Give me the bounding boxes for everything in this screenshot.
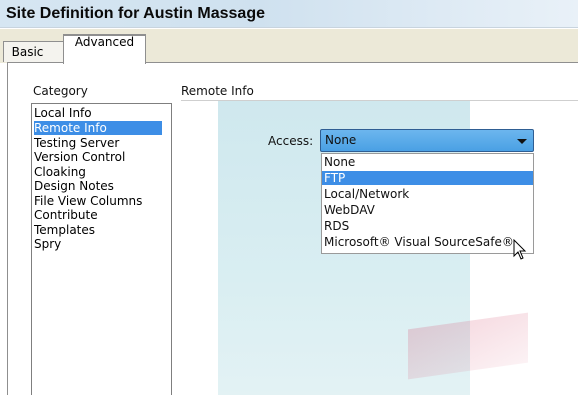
tab-strip: Basic Advanced <box>0 29 578 66</box>
tab-basic-label: Basic <box>11 45 44 59</box>
access-label: Access: <box>268 134 314 148</box>
category-item-remote-info[interactable]: Remote Info <box>34 121 162 135</box>
title-bar: Site Definition for Austin Massage <box>0 0 578 28</box>
access-select[interactable]: None <box>320 129 534 152</box>
tab-advanced[interactable]: Advanced <box>63 34 146 66</box>
category-item-contribute[interactable]: Contribute <box>34 208 169 222</box>
access-option-rds[interactable]: RDS <box>322 219 533 233</box>
tab-advanced-label: Advanced <box>74 35 135 49</box>
access-option-ftp[interactable]: FTP <box>322 171 533 185</box>
category-item-spry[interactable]: Spry <box>34 237 169 251</box>
category-item-design-notes[interactable]: Design Notes <box>34 179 169 193</box>
category-item-cloaking[interactable]: Cloaking <box>34 165 169 179</box>
category-item-templates[interactable]: Templates <box>34 223 169 237</box>
category-item-version-control[interactable]: Version Control <box>34 150 169 164</box>
mouse-pointer-icon <box>513 239 527 260</box>
access-dropdown-list[interactable]: None FTP Local/Network WebDAV RDS Micros… <box>321 153 534 254</box>
access-option-visual-sourcesafe[interactable]: Microsoft® Visual SourceSafe® <box>322 235 533 249</box>
access-option-none[interactable]: None <box>322 155 533 169</box>
category-item-file-view-columns[interactable]: File View Columns <box>34 194 169 208</box>
advanced-panel: Category Local Info Remote Info Testing … <box>7 62 578 395</box>
category-item-local-info[interactable]: Local Info <box>34 106 169 120</box>
category-list[interactable]: Local Info Remote Info Testing Server Ve… <box>31 103 172 395</box>
access-select-value: None <box>325 133 357 147</box>
category-item-testing-server[interactable]: Testing Server <box>34 136 169 150</box>
chevron-down-icon[interactable] <box>517 139 527 144</box>
access-option-local-network[interactable]: Local/Network <box>322 187 533 201</box>
tab-basic[interactable]: Basic <box>3 41 64 62</box>
category-label: Category <box>33 84 88 98</box>
section-title: Remote Info <box>181 84 254 98</box>
window-title: Site Definition for Austin Massage <box>6 5 265 22</box>
access-option-webdav[interactable]: WebDAV <box>322 203 533 217</box>
